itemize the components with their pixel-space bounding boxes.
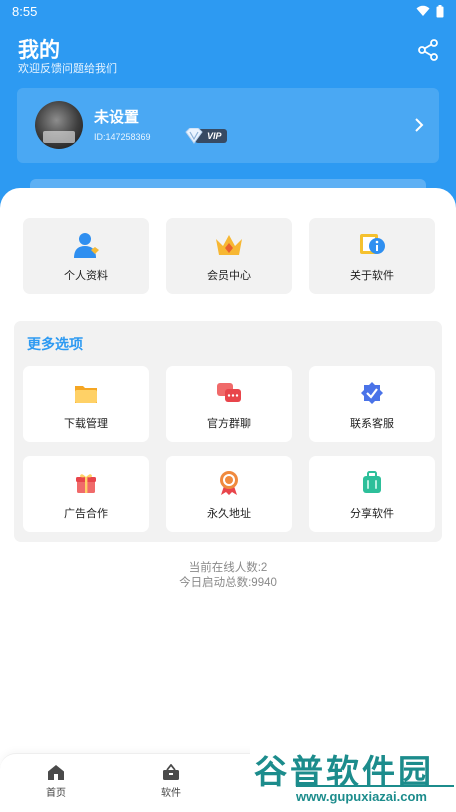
share-icon[interactable] xyxy=(416,38,440,62)
tile-label: 分享软件 xyxy=(350,508,394,520)
more-options-grid: 下载管理 官方群聊 联系客服 广告合作 永久地址 分享软件 xyxy=(23,366,435,532)
username: 未设置 xyxy=(94,109,140,126)
chat-icon xyxy=(213,377,245,409)
tile-vip-center[interactable]: 会员中心 xyxy=(166,218,292,294)
watermark-url: www.gupuxiazai.com xyxy=(296,789,427,804)
info-icon xyxy=(356,229,388,261)
tile-label: 官方群聊 xyxy=(207,418,251,430)
user-id: ID:147258369 xyxy=(94,132,151,142)
tile-contact-support[interactable]: 联系客服 xyxy=(309,366,435,442)
content-sheet: 个人资料 会员中心 关于软件 更多选项 下载管理 官方群聊 联系客服 广告合作 … xyxy=(0,188,456,812)
tile-label: 关于软件 xyxy=(350,270,394,282)
wifi-icon xyxy=(416,5,430,16)
more-options-panel: 更多选项 下载管理 官方群聊 联系客服 广告合作 永久地址 分享软件 xyxy=(14,321,442,542)
more-options-title: 更多选项 xyxy=(27,336,83,352)
profile-card[interactable]: 未设置 ID:147258369 VIP xyxy=(17,88,439,163)
diamond-icon xyxy=(185,127,203,144)
tab-home[interactable]: 首页 xyxy=(26,764,86,799)
tile-label: 会员中心 xyxy=(207,270,251,282)
chevron-right-icon[interactable] xyxy=(413,117,425,133)
status-time: 8:55 xyxy=(12,3,38,19)
avatar[interactable] xyxy=(35,101,83,149)
tab-software[interactable]: 软件 xyxy=(141,764,201,799)
gift-icon xyxy=(70,467,102,499)
tab-label: 软件 xyxy=(161,788,181,799)
tile-permanent-address[interactable]: 永久地址 xyxy=(166,456,292,532)
home-icon xyxy=(48,765,64,780)
store-icon xyxy=(163,764,179,780)
support-badge-icon xyxy=(356,377,388,409)
medal-icon xyxy=(213,467,245,499)
tile-label: 广告合作 xyxy=(64,508,108,520)
status-bar: 8:55 xyxy=(0,0,456,22)
tile-profile[interactable]: 个人资料 xyxy=(23,218,149,294)
page-subtitle: 欢迎反馈问题给我们 xyxy=(18,63,117,75)
launch-count: 今日启动总数:9940 xyxy=(179,577,277,589)
suitcase-icon xyxy=(356,467,388,499)
online-count: 当前在线人数:2 xyxy=(188,562,268,574)
watermark: 谷普软件园 www.gupuxiazai.com xyxy=(250,741,456,812)
tab-label: 首页 xyxy=(46,788,66,799)
folder-icon xyxy=(70,377,102,409)
tile-official-group[interactable]: 官方群聊 xyxy=(166,366,292,442)
crown-icon xyxy=(213,229,245,261)
watermark-underline xyxy=(296,785,454,787)
tile-about[interactable]: 关于软件 xyxy=(309,218,435,294)
tile-label: 联系客服 xyxy=(350,418,394,430)
user-icon xyxy=(70,229,102,261)
quick-actions: 个人资料 会员中心 关于软件 xyxy=(23,218,435,294)
tile-ad-cooperation[interactable]: 广告合作 xyxy=(23,456,149,532)
vip-badge: VIP xyxy=(184,127,227,144)
usage-stats: 当前在线人数:2 今日启动总数:9940 xyxy=(0,561,456,591)
tile-label: 个人资料 xyxy=(64,270,108,282)
tile-download-manager[interactable]: 下载管理 xyxy=(23,366,149,442)
tile-share-app[interactable]: 分享软件 xyxy=(309,456,435,532)
tile-label: 永久地址 xyxy=(207,508,251,520)
battery-icon xyxy=(436,4,444,17)
tile-label: 下载管理 xyxy=(64,418,108,430)
